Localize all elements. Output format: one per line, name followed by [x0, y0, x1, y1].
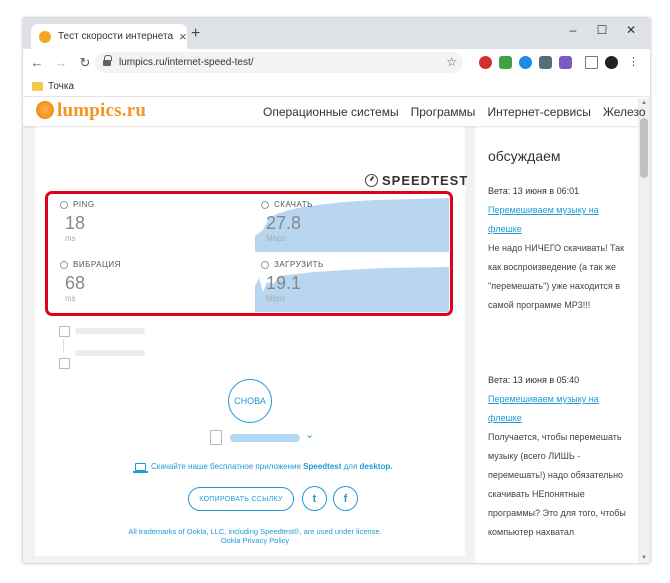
browser-tab[interactable]: Тест скорости интернета × [31, 24, 187, 49]
nav-item-internet[interactable]: Интернет-сервисы [487, 105, 590, 119]
upload-metric: ЗАГРУЗИТЬ 19.1 Mbps [261, 260, 324, 303]
maximize-icon[interactable]: ☐ [594, 23, 610, 37]
jitter-value: 68 [65, 273, 86, 293]
download-metric: СКАЧАТЬ 27.8 Mbps [261, 200, 313, 243]
app-promo[interactable]: Скачайте наше бесплатное приложение Spee… [133, 462, 393, 473]
bookmark-star-icon[interactable]: ☆ [446, 55, 457, 69]
gauge-icon [365, 174, 378, 187]
site-logo[interactable]: lumpics.ru [57, 100, 146, 122]
app-platform[interactable]: desktop. [360, 462, 393, 471]
ping-metric: PING 18 ms [60, 200, 95, 243]
close-window-icon[interactable]: ✕ [623, 23, 639, 37]
sidebar-title: обсуждаем [488, 148, 561, 164]
media-icon[interactable] [585, 56, 598, 69]
server-select-icon [210, 430, 222, 445]
sidebar: обсуждаем Вета: 13 июня в 06:01 Перемеши… [475, 126, 638, 563]
menu-icon[interactable]: ⋮ [627, 56, 640, 69]
extension-icon[interactable] [519, 56, 532, 69]
comment-link[interactable]: Перемешиваем музыку на флешке [488, 390, 628, 428]
privacy-policy-link[interactable]: Ookla Privacy Policy [95, 536, 415, 545]
back-icon[interactable]: ← [27, 55, 47, 70]
scrollbar[interactable]: ▲ ▼ [638, 98, 650, 563]
url-text: lumpics.ru/internet-speed-test/ [119, 57, 254, 68]
ping-value: 18 [65, 213, 86, 233]
ping-label: PING [73, 200, 95, 209]
chevron-down-icon[interactable]: ⌄ [305, 428, 314, 441]
upload-value: 19.1 [266, 273, 302, 293]
lock-icon [103, 55, 112, 67]
scroll-down-icon[interactable]: ▼ [638, 555, 650, 561]
app-promo-mid[interactable]: для [344, 462, 358, 471]
download-label: СКАЧАТЬ [274, 200, 313, 209]
speedtest-logo: SPEEDTEST [365, 173, 468, 188]
provider-info [75, 328, 145, 334]
favicon-icon [39, 30, 51, 43]
page-content: SPEEDTEST PING 18 ms ВИБРАЦИЯ 68 ms СКАЧ… [23, 126, 638, 563]
upload-icon [261, 260, 269, 269]
extension-icon[interactable] [499, 56, 512, 69]
extension-icon[interactable] [539, 56, 552, 69]
site-header: lumpics.ru Операционные системы Программ… [23, 98, 646, 126]
minimize-icon[interactable]: – [565, 23, 581, 37]
tab-title: Тест скорости интернета [58, 31, 174, 42]
folder-icon [32, 81, 43, 91]
copy-link-button[interactable]: КОПИРОВАТЬ ССЫЛКУ [188, 487, 294, 511]
ping-icon [60, 200, 68, 209]
jitter-unit: ms [65, 294, 76, 303]
server-icon [59, 358, 70, 369]
scroll-thumb[interactable] [640, 118, 648, 178]
avatar[interactable] [605, 56, 618, 69]
speedtest-widget: SPEEDTEST PING 18 ms ВИБРАЦИЯ 68 ms СКАЧ… [35, 126, 468, 556]
trademark-notice: All trademarks of Ookla, LLC, including … [95, 527, 415, 545]
address-bar[interactable]: lumpics.ru/internet-speed-test/ ☆ [95, 52, 463, 73]
logo-icon [36, 101, 54, 119]
forward-icon[interactable]: → [51, 55, 71, 70]
browser-toolbar: ← → ↻ lumpics.ru/internet-speed-test/ ☆ [23, 49, 650, 76]
server-name[interactable] [230, 434, 300, 442]
ip-info [75, 350, 145, 356]
trademark-text[interactable]: All trademarks of Ookla, LLC, including … [95, 527, 415, 536]
upload-unit: Mbps [266, 294, 286, 303]
reload-icon[interactable]: ↻ [75, 55, 95, 71]
comment-link[interactable]: Перемешиваем музыку на флешке [488, 201, 628, 239]
tab-strip: Тест скорости интернета × + – ☐ ✕ [23, 18, 650, 49]
download-icon [261, 200, 269, 209]
comment-item: Вета: 13 июня в 06:01 Перемешиваем музык… [488, 182, 628, 315]
comment-item: Вета: 13 июня в 05:40 Перемешиваем музык… [488, 371, 628, 542]
jitter-icon [60, 260, 68, 269]
app-brand[interactable]: Speedtest [303, 462, 341, 471]
extension-icon[interactable] [479, 56, 492, 69]
jitter-metric: ВИБРАЦИЯ 68 ms [60, 260, 121, 303]
close-icon[interactable]: × [179, 30, 187, 43]
results-panel: PING 18 ms ВИБРАЦИЯ 68 ms СКАЧАТЬ 27.8 M… [53, 192, 453, 312]
provider-icon [59, 326, 70, 337]
bookmarks-bar: Точка [23, 76, 650, 97]
site-nav: Операционные системы Программы Интернет-… [263, 105, 646, 119]
download-value: 27.8 [266, 213, 302, 233]
bookmark-item[interactable]: Точка [48, 81, 74, 92]
comment-date: Вета: 13 июня в 05:40 [488, 375, 580, 385]
jitter-label: ВИБРАЦИЯ [73, 260, 121, 269]
twitter-icon[interactable]: t [302, 486, 327, 511]
nav-item-hardware[interactable]: Железо [603, 105, 646, 119]
ping-unit: ms [65, 234, 76, 243]
speedtest-brand: SPEEDTEST [382, 173, 469, 188]
new-tab-button[interactable]: + [191, 25, 200, 43]
comment-text: Не надо НИЧЕГО скачивать! Так как воспро… [488, 243, 625, 310]
app-promo-text[interactable]: Скачайте наше бесплатное приложение [151, 462, 301, 471]
laptop-icon [133, 462, 148, 473]
nav-item-os[interactable]: Операционные системы [263, 105, 399, 119]
extension-icon[interactable] [559, 56, 572, 69]
nav-item-programs[interactable]: Программы [411, 105, 476, 119]
divider [63, 339, 64, 353]
download-unit: Mbps [266, 234, 286, 243]
facebook-icon[interactable]: f [333, 486, 358, 511]
again-button[interactable]: СНОВА [228, 379, 272, 423]
comment-text: Получается, чтобы перемешать музыку (все… [488, 432, 626, 537]
comment-date: Вета: 13 июня в 06:01 [488, 186, 580, 196]
browser-window: Тест скорости интернета × + – ☐ ✕ ← → ↻ … [23, 18, 650, 563]
upload-label: ЗАГРУЗИТЬ [274, 260, 324, 269]
